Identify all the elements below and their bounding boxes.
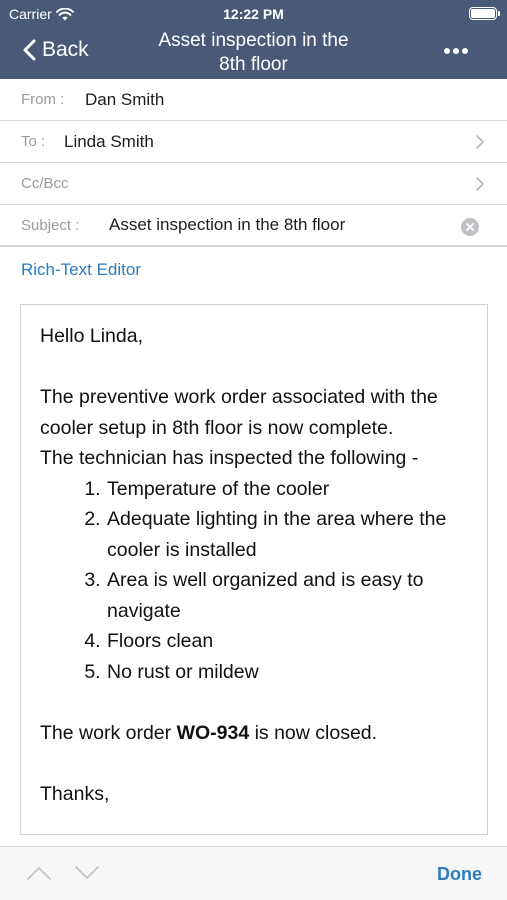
from-value: Dan Smith — [85, 89, 165, 109]
title-line-1: Asset inspection in the — [158, 30, 349, 51]
inspection-list: Temperature of the cooler Adequate light… — [40, 474, 473, 688]
more-icon — [444, 48, 450, 54]
subject-input[interactable]: Asset inspection in the 8th floor — [109, 215, 345, 235]
list-item: No rust or mildew — [106, 657, 473, 688]
from-label: From : — [21, 91, 65, 108]
intro-text: The technician has inspected the followi… — [40, 447, 419, 469]
chevron-right-icon[interactable] — [475, 176, 485, 192]
to-label: To : — [21, 133, 46, 150]
list-item: Adequate lighting in the area where the … — [106, 504, 473, 565]
ccbcc-label: Cc/Bcc — [21, 175, 69, 192]
work-order-id: WO-934 — [176, 721, 250, 744]
closing-suffix: is now closed. — [249, 721, 378, 744]
keyboard-toolbar: Done — [0, 846, 507, 900]
list-item: Temperature of the cooler — [106, 474, 473, 505]
back-label: Back — [42, 38, 89, 61]
clear-icon[interactable] — [461, 218, 479, 236]
arrow-down-icon[interactable] — [74, 865, 100, 881]
rich-text-editor-link[interactable]: Rich-Text Editor — [21, 260, 141, 280]
greeting-text: Hello Linda, — [40, 325, 143, 347]
closing-text: The work order WO-934 is now closed. — [40, 718, 473, 749]
arrow-up-icon[interactable] — [26, 865, 52, 881]
navigation-bar: Carrier 12:22 PM Back Asset inspection i… — [0, 0, 507, 79]
to-row[interactable]: To : Linda Smith — [0, 121, 507, 163]
to-value[interactable]: Linda Smith — [64, 132, 154, 152]
subject-row[interactable]: Subject : Asset inspection in the 8th fl… — [0, 205, 507, 247]
battery-icon — [469, 7, 500, 20]
back-button[interactable]: Back — [23, 38, 89, 62]
back-chevron-icon — [23, 39, 36, 61]
ccbcc-row[interactable]: Cc/Bcc — [0, 163, 507, 205]
message-body-editor[interactable]: Hello Linda, The preventive work order a… — [20, 304, 488, 835]
chevron-right-icon[interactable] — [475, 134, 485, 150]
status-bar: Carrier 12:22 PM — [0, 0, 507, 28]
closing-prefix: The work order — [40, 721, 177, 744]
list-item: Floors clean — [106, 626, 473, 657]
compose-email-screen: Carrier 12:22 PM Back Asset inspection i… — [0, 0, 507, 900]
message-body[interactable]: Hello Linda, The preventive work order a… — [40, 321, 473, 809]
signoff-text: Thanks, — [40, 782, 110, 805]
status-time: 12:22 PM — [223, 6, 284, 22]
list-item: Area is well organized and is easy to na… — [106, 565, 473, 626]
page-title: Asset inspection in the 8th floor — [130, 29, 377, 77]
subject-label: Subject : — [21, 216, 80, 234]
from-row: From : Dan Smith — [0, 79, 507, 121]
title-line-2: 8th floor — [219, 54, 288, 75]
paragraph-text: The preventive work order associated wit… — [40, 386, 438, 439]
done-button[interactable]: Done — [437, 864, 482, 885]
more-button[interactable] — [441, 41, 471, 61]
